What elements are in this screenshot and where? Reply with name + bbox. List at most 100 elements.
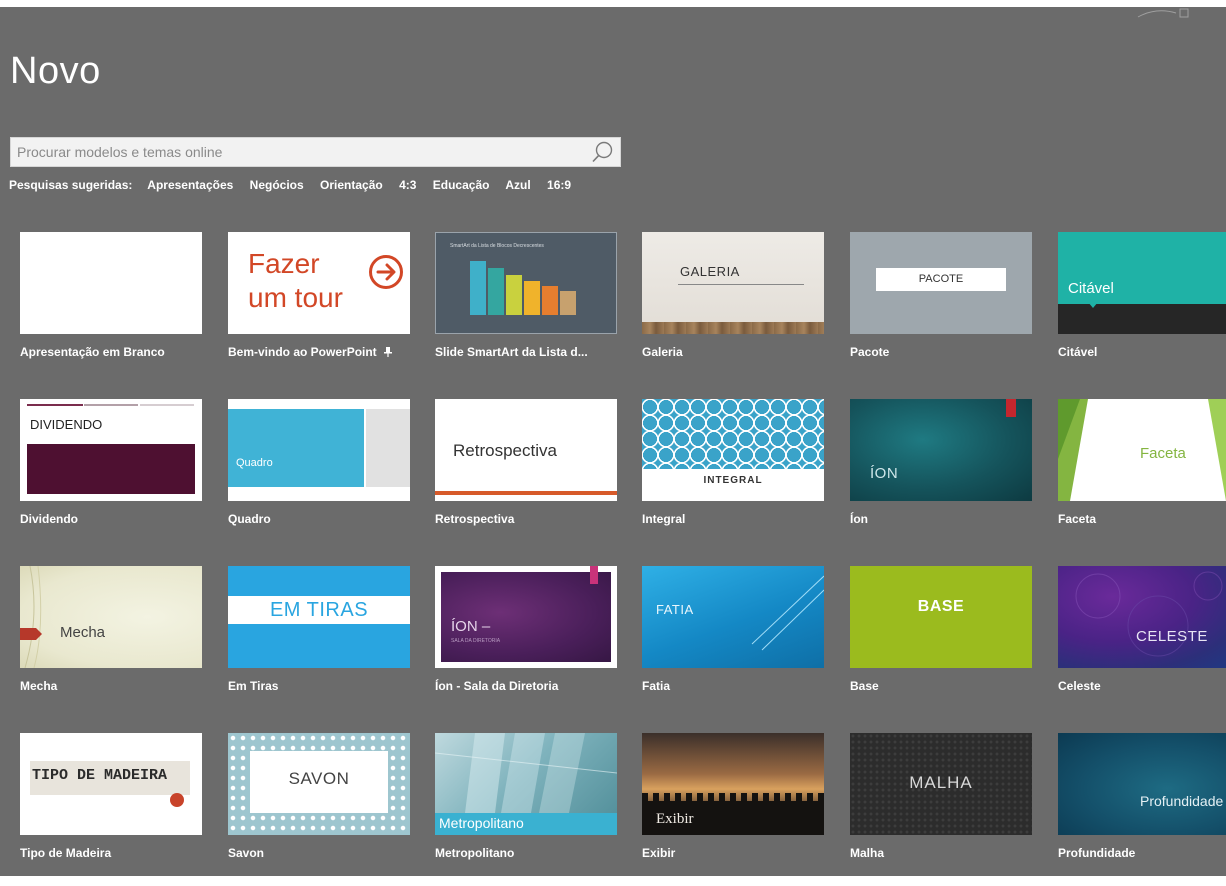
template-label: Malha	[850, 846, 885, 860]
template-thumbnail: Fazer um tour	[228, 232, 410, 334]
template-tile-integral[interactable]: INTEGRAL Integral	[642, 399, 824, 535]
integral-pattern	[642, 399, 824, 469]
template-tile-em-tiras[interactable]: EM TIRAS Em Tiras	[228, 566, 410, 702]
template-thumbnail: ÍON	[850, 399, 1032, 501]
dividendo-thumb-title: DIVIDENDO	[30, 417, 103, 432]
search-box	[10, 137, 621, 167]
template-tile-pacote[interactable]: PACOTE Pacote	[850, 232, 1032, 368]
celeste-thumb-title: CELESTE	[1136, 628, 1208, 645]
suggested-link-orientacao[interactable]: Orientação	[320, 178, 383, 192]
template-tile-malha[interactable]: MALHA Malha	[850, 733, 1032, 869]
template-thumbnail: Exibir	[642, 733, 824, 835]
template-tile-tour[interactable]: Fazer um tour Bem-vindo ao PowerPoint	[228, 232, 410, 368]
template-tile-mecha[interactable]: Mecha Mecha	[20, 566, 202, 702]
page-title: Novo	[10, 50, 101, 92]
template-thumbnail	[20, 232, 202, 334]
search-icon	[592, 141, 613, 163]
template-thumbnail: INTEGRAL	[642, 399, 824, 501]
citavel-pointer	[1088, 302, 1098, 308]
exibir-thumb-title: Exibir	[656, 811, 694, 827]
pacote-thumb-title: PACOTE	[876, 268, 1006, 291]
quadro-gray-panel	[366, 409, 410, 487]
template-label: Íon	[850, 512, 868, 526]
pin-icon[interactable]	[383, 347, 393, 357]
faceta-thumb-title: Faceta	[1140, 445, 1186, 462]
template-tile-fatia[interactable]: FATIA Fatia	[642, 566, 824, 702]
template-thumbnail: GALERIA	[642, 232, 824, 334]
template-label: Metropolitano	[435, 846, 515, 860]
exibir-skyline	[642, 793, 824, 803]
template-thumbnail: Quadro	[228, 399, 410, 501]
template-tile-citavel[interactable]: Citável Citável	[1058, 232, 1226, 368]
galeria-wood-floor	[642, 322, 824, 334]
search-button[interactable]	[588, 139, 618, 165]
template-label: Celeste	[1058, 679, 1101, 693]
ion-sala-thumb-title: ÍON –	[451, 618, 491, 635]
template-thumbnail: Faceta	[1058, 399, 1226, 501]
dividendo-tab	[84, 404, 138, 406]
template-tile-galeria[interactable]: GALERIA Galeria	[642, 232, 824, 368]
search-input[interactable]	[11, 138, 586, 166]
suggested-link-4-3[interactable]: 4:3	[399, 178, 416, 192]
template-tile-quadro[interactable]: Quadro Quadro	[228, 399, 410, 535]
retrospectiva-thumb-title: Retrospectiva	[453, 441, 557, 460]
template-tile-metropolitano[interactable]: Metropolitano Metropolitano	[435, 733, 617, 869]
template-tile-savon[interactable]: SAVON Savon	[228, 733, 410, 869]
tipo-madeira-dot	[170, 793, 184, 807]
metropolitano-thumb-title: Metropolitano	[439, 815, 524, 831]
template-tile-retrospectiva[interactable]: Retrospectiva Retrospectiva	[435, 399, 617, 535]
template-tile-dividendo[interactable]: DIVIDENDO Dividendo	[20, 399, 202, 535]
suggested-link-negocios[interactable]: Negócios	[250, 178, 304, 192]
suggested-link-apresentacoes[interactable]: Apresentações	[147, 178, 233, 192]
template-label: Galeria	[642, 345, 683, 359]
template-label: Retrospectiva	[435, 512, 515, 526]
smartart-block	[488, 268, 504, 315]
tipo-madeira-thumb-title: TIPO DE MADEIRA	[32, 767, 168, 784]
template-tile-ion-sala[interactable]: ÍON – SALA DA DIRETORIA Íon - Sala da Di…	[435, 566, 617, 702]
suggested-searches-label: Pesquisas sugeridas:	[9, 178, 133, 192]
template-thumbnail: Citável	[1058, 232, 1226, 334]
template-label: Tipo de Madeira	[20, 846, 112, 860]
ion-sala-tab	[590, 566, 598, 584]
template-tile-profundidade[interactable]: Profundidade Profundidade	[1058, 733, 1226, 869]
suggested-link-azul[interactable]: Azul	[505, 178, 530, 192]
template-thumbnail: Metropolitano	[435, 733, 617, 835]
new-presentation-screen: Novo Pesquisas sugeridas: Apresentações …	[0, 0, 1226, 886]
template-tile-base[interactable]: BASE Base	[850, 566, 1032, 702]
smartart-block	[560, 291, 576, 315]
quadro-thumb-title: Quadro	[236, 457, 273, 469]
fatia-thumb-title: FATIA	[656, 602, 694, 617]
template-thumbnail: SmartArt da Lista de Blocos Decrescentes	[435, 232, 617, 334]
template-label: Em Tiras	[228, 679, 279, 693]
smartart-block	[506, 275, 522, 315]
template-label: Bem-vindo ao PowerPoint	[228, 345, 418, 359]
galeria-divider	[678, 284, 804, 285]
template-tile-tipo-madeira[interactable]: TIPO DE MADEIRA Tipo de Madeira	[20, 733, 202, 869]
template-tile-celeste[interactable]: CELESTE Celeste	[1058, 566, 1226, 702]
template-tile-faceta[interactable]: Faceta Faceta	[1058, 399, 1226, 535]
template-thumbnail: CELESTE	[1058, 566, 1226, 668]
smartart-block	[470, 261, 486, 315]
base-thumb-title: BASE	[917, 598, 965, 615]
ion-thumb-title: ÍON	[870, 465, 899, 482]
template-tile-smartart[interactable]: SmartArt da Lista de Blocos Decrescentes…	[435, 232, 617, 368]
citavel-dark-band	[1058, 304, 1226, 334]
template-label: Pacote	[850, 345, 890, 359]
template-tile-blank[interactable]: Apresentação em Branco	[20, 232, 202, 368]
top-border	[0, 0, 1226, 7]
template-label-text: Bem-vindo ao PowerPoint	[228, 345, 377, 359]
template-tile-exibir[interactable]: Exibir Exibir	[642, 733, 824, 869]
template-tile-ion[interactable]: ÍON Íon	[850, 399, 1032, 535]
template-thumbnail: DIVIDENDO	[20, 399, 202, 501]
suggested-link-educacao[interactable]: Educação	[433, 178, 490, 192]
template-thumbnail: Mecha	[20, 566, 202, 668]
smartart-block	[542, 286, 558, 315]
template-label: Apresentação em Branco	[20, 345, 165, 359]
celeste-circles	[1075, 571, 1223, 657]
dividendo-tab	[27, 404, 83, 406]
suggested-link-16-9[interactable]: 16:9	[547, 178, 571, 192]
template-label: Slide SmartArt da Lista d...	[435, 345, 588, 359]
smartart-thumb-title: SmartArt da Lista de Blocos Decrescentes	[450, 243, 544, 249]
tour-line-2: um tour	[248, 282, 343, 313]
template-thumbnail: EM TIRAS	[228, 566, 410, 668]
